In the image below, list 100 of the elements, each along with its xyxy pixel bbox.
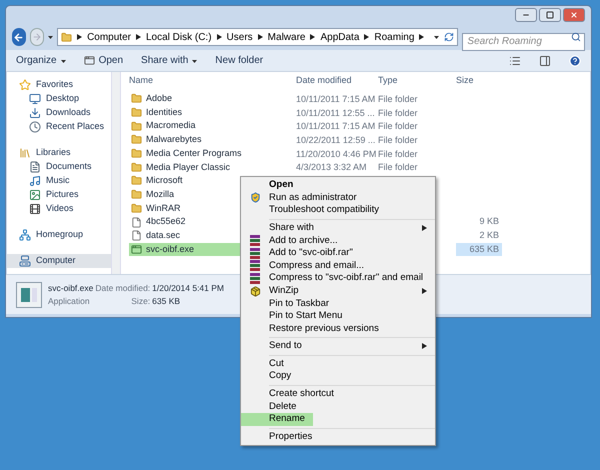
menu-item[interactable]: Restore previous versions [241, 322, 435, 336]
breadcrumb-item[interactable]: Roaming [374, 30, 414, 44]
sidebar-item[interactable]: Documents [7, 160, 111, 174]
close-icon [570, 11, 578, 19]
network-icon [19, 229, 31, 241]
sidebar-item[interactable]: Computer [7, 254, 111, 268]
film-icon [29, 203, 41, 215]
menu-item[interactable]: Share with [241, 222, 435, 234]
sidebar-item[interactable]: Downloads [7, 106, 111, 120]
application-icon [131, 244, 142, 255]
file-name[interactable]: Macromedia [129, 119, 296, 134]
submenu-arrow-icon [422, 225, 427, 232]
menu-item[interactable]: Copy [241, 370, 435, 383]
refresh-icon[interactable] [444, 32, 454, 42]
size-cell-text: 9 KB [478, 215, 500, 228]
menu-item[interactable]: Pin to Start Menu [241, 310, 435, 323]
type-cell-text: File folder [378, 148, 419, 160]
sidebar-item[interactable]: Pictures [7, 188, 111, 202]
menu-item[interactable]: Delete [241, 400, 435, 414]
breadcrumb-item[interactable]: AppData [320, 30, 360, 44]
computer-icon [19, 255, 31, 267]
file-name[interactable]: Identities [129, 106, 296, 120]
download-icon [29, 107, 41, 119]
menu-item[interactable]: Compress and email... [241, 260, 435, 272]
maximize-icon [546, 11, 554, 19]
document-icon [29, 161, 41, 173]
arrow-icon [136, 34, 141, 40]
forward-arrow-icon [32, 32, 42, 42]
submenu-arrow-icon [422, 343, 427, 350]
menu-item[interactable]: Properties [241, 430, 435, 444]
file-name: svc-oibf.exe [48, 282, 94, 294]
search-field[interactable]: Search Roaming [462, 32, 586, 50]
menu-item[interactable]: Pin to Taskbar [241, 297, 435, 310]
scrollbar[interactable] [111, 72, 121, 274]
books-stack-icon [250, 235, 260, 246]
detail-label: Date modified: [95, 282, 150, 294]
column-header[interactable]: Name [129, 74, 296, 88]
file-icon [131, 216, 142, 228]
address-bar[interactable]: Computer Local Disk (C:) Users Malware AppData Roaming [57, 28, 458, 46]
file-name[interactable]: Media Center Programs [129, 146, 296, 160]
menu-item[interactable]: Send to [241, 340, 435, 353]
file-name[interactable]: Adobe [129, 92, 296, 106]
menu-item[interactable]: WinZip [241, 284, 435, 298]
books-stack-icon [250, 248, 260, 259]
file-name[interactable]: Malwarebytes [129, 133, 296, 147]
type-cell-text: File folder [378, 92, 419, 105]
arrow-icon [77, 34, 82, 40]
menu-item[interactable]: Compress to "svc-oibf.rar" and email [241, 272, 435, 285]
window-icon [84, 55, 95, 66]
picture-icon [29, 189, 41, 201]
menu-item[interactable]: Rename [241, 413, 313, 426]
detail-value: 1/20/2014 5:41 PM [152, 282, 224, 294]
toolbar-button[interactable]: Open [84, 53, 124, 68]
menu-item[interactable]: Run as administrator [241, 192, 435, 204]
type-cell-text: File folder [378, 134, 419, 146]
shield-icon [250, 192, 260, 204]
breadcrumb-item[interactable]: Local Disk (C:) [146, 30, 212, 44]
back-button[interactable] [12, 28, 26, 46]
menu-item[interactable]: Create shortcut [241, 388, 435, 400]
help-icon[interactable] [569, 54, 581, 66]
books-stack-icon [250, 272, 260, 284]
application-thumbnail [16, 282, 42, 308]
breadcrumb-item[interactable]: Malware [268, 30, 306, 44]
sidebar-item[interactable]: Favorites [7, 78, 111, 92]
sidebar-item[interactable]: Desktop [7, 92, 111, 106]
sidebar-item[interactable]: Homegroup [7, 228, 111, 242]
sidebar-item[interactable]: Recent Places [7, 120, 111, 134]
type-cell-text: File folder [378, 161, 419, 174]
breadcrumb-item[interactable]: Users [226, 30, 253, 44]
column-header[interactable]: Size [456, 74, 501, 88]
preview-pane-icon[interactable] [539, 54, 551, 66]
sidebar-item[interactable]: Music [7, 174, 111, 188]
folder-icon [131, 148, 142, 160]
toolbar-button[interactable]: New folder [215, 53, 264, 68]
detail-value: 635 KB [152, 294, 182, 308]
menu-item[interactable]: Cut [241, 358, 435, 370]
arrow-icon [419, 34, 424, 40]
toolbar-button[interactable]: Organize [16, 53, 66, 68]
column-header[interactable]: Date modified [296, 74, 378, 88]
folder-icon [131, 189, 142, 200]
caret-icon [48, 34, 54, 40]
sidebar-item[interactable]: Libraries [7, 146, 111, 160]
type-cell-text: File folder [378, 106, 419, 119]
size-cell: 635 KB [456, 242, 502, 256]
menu-item[interactable]: Open [241, 179, 435, 192]
maximize-button[interactable] [539, 8, 561, 22]
library-icon [19, 147, 31, 159]
toolbar-button[interactable]: Share with [141, 53, 198, 68]
folder-icon [131, 134, 142, 146]
sidebar-item[interactable]: Videos [7, 202, 111, 216]
file-name[interactable]: Media Player Classic [129, 160, 296, 174]
breadcrumb-item[interactable]: Computer [87, 30, 131, 44]
menu-item[interactable]: Troubleshoot compatibility [241, 204, 435, 217]
date-cell-text: 10/11/2011 12:55 ... [296, 106, 376, 119]
column-header[interactable]: Type [378, 74, 456, 88]
file-icon [131, 230, 142, 242]
date-cell-text: 10/22/2011 12:59 ... [296, 134, 376, 146]
folder-icon [131, 93, 142, 104]
clock-icon [29, 121, 41, 133]
monitor-icon [29, 93, 41, 105]
